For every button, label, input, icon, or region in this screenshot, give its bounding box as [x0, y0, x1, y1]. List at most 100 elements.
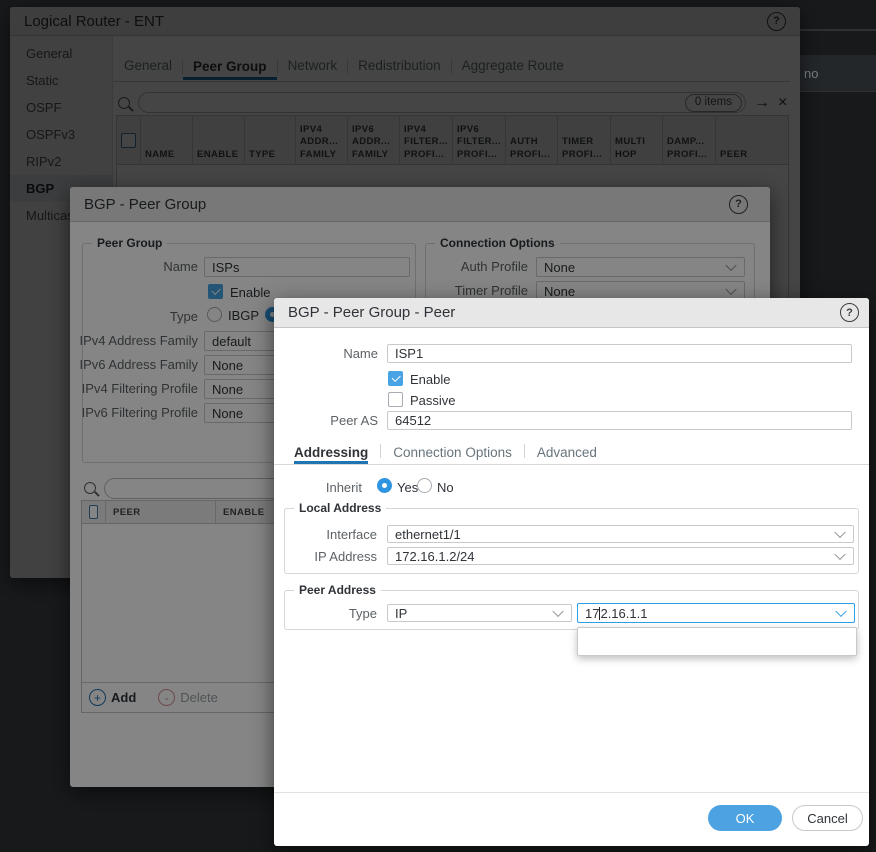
ip-address-select[interactable]: 172.16.1.2/24: [387, 547, 854, 565]
auth-profile-value: None: [544, 260, 575, 275]
peer-title: BGP - Peer Group - Peer: [288, 304, 455, 321]
tab-network[interactable]: Network: [278, 58, 348, 79]
tab-separator: [380, 444, 381, 458]
type-ibgp-radio[interactable]: [207, 307, 222, 322]
inherit-yes-radio[interactable]: [377, 478, 392, 493]
type-ibgp-label: IBGP: [228, 308, 259, 323]
ip-address-label: IP Address: [274, 549, 377, 564]
cancel-button[interactable]: Cancel: [792, 805, 863, 831]
help-icon[interactable]: ?: [840, 303, 859, 322]
footer-divider: [274, 792, 869, 793]
clear-filter-icon[interactable]: ×: [778, 95, 787, 111]
col-ipv6-filter-profile[interactable]: IPV6 FILTER... PROFI...: [453, 116, 506, 164]
peer-address-dropdown-panel[interactable]: [577, 627, 857, 656]
chevron-down-icon: [725, 284, 736, 295]
col-ipv4-filter-profile[interactable]: IPV4 FILTER... PROFI...: [400, 116, 453, 164]
peer-as-value: 64512: [395, 413, 431, 428]
ipv6-address-family-label: IPv6 Address Family: [70, 357, 198, 372]
peer-group-table-header: NAME ENABLE TYPE IPV4 ADDR... FAMILY IPV…: [117, 116, 788, 165]
col-timer-profile[interactable]: TIMER PROFI...: [558, 116, 611, 164]
enable-label: Enable: [230, 285, 270, 300]
col-damp-profile[interactable]: DAMP... PROFI...: [663, 116, 716, 164]
name-input[interactable]: ISPs: [204, 257, 410, 277]
tab-aggregate-route[interactable]: Aggregate Route: [452, 58, 574, 79]
sidebar-item-ripv2[interactable]: RIPv2: [10, 148, 112, 175]
sidebar-item-ospf[interactable]: OSPF: [10, 94, 112, 121]
col-multi-hop[interactable]: MULTI HOP: [611, 116, 663, 164]
enable-checkbox[interactable]: [208, 284, 223, 299]
peer-group-titlebar: BGP - Peer Group ?: [70, 187, 770, 222]
peer-tabs: Addressing Connection Options Advanced: [274, 443, 869, 465]
tab-connection-options[interactable]: Connection Options: [393, 445, 512, 464]
ipv6-address-family-value: None: [212, 358, 243, 373]
bgp-peer-dialog: BGP - Peer Group - Peer ? Name ISP1 Enab…: [274, 298, 869, 846]
logical-router-title: Logical Router - ENT: [24, 13, 164, 30]
inherit-no-label: No: [437, 480, 454, 495]
peer-as-label: Peer AS: [274, 413, 378, 428]
tab-general[interactable]: General: [114, 58, 182, 79]
ok-button[interactable]: OK: [708, 805, 782, 831]
interface-value: ethernet1/1: [395, 527, 461, 542]
local-address-legend: Local Address: [294, 501, 386, 515]
header-checkbox-cell: [82, 501, 106, 523]
interface-select[interactable]: ethernet1/1: [387, 525, 854, 543]
search-icon: [84, 482, 96, 494]
peer-address-input[interactable]: 172.16.1.1: [577, 603, 855, 623]
sidebar-item-ospfv3[interactable]: OSPFv3: [10, 121, 112, 148]
peer-address-value-right: 2.16.1.1: [600, 606, 647, 621]
enable-label: Enable: [410, 372, 450, 387]
peer-group-legend: Peer Group: [92, 236, 167, 250]
tab-peer-group[interactable]: Peer Group: [183, 59, 277, 80]
ip-address-value: 172.16.1.2/24: [395, 549, 475, 564]
tab-redistribution[interactable]: Redistribution: [348, 58, 451, 79]
chevron-down-icon: [552, 606, 563, 617]
chevron-down-icon: [834, 527, 845, 538]
add-icon: +: [89, 689, 106, 706]
tab-advanced[interactable]: Advanced: [537, 445, 597, 464]
inherit-no-radio[interactable]: [417, 478, 432, 493]
chevron-down-icon: [835, 606, 846, 617]
col-type[interactable]: TYPE: [245, 116, 296, 164]
auth-profile-label: Auth Profile: [430, 259, 528, 274]
chevron-down-icon: [725, 260, 736, 271]
col-name[interactable]: NAME: [141, 116, 193, 164]
name-value: ISP1: [395, 346, 423, 361]
items-count-badge: 0 items: [685, 94, 742, 112]
name-input[interactable]: ISP1: [387, 344, 852, 363]
ipv4-address-family-label: IPv4 Address Family: [70, 333, 198, 348]
peer-as-input[interactable]: 64512: [387, 411, 852, 430]
timer-profile-label: Timer Profile: [430, 283, 528, 298]
delete-button[interactable]: - Delete: [158, 689, 218, 706]
add-button[interactable]: + Add: [89, 689, 136, 706]
sidebar-item-general[interactable]: General: [10, 40, 112, 67]
col-ipv4-addr-family[interactable]: IPV4 ADDR... FAMILY: [296, 116, 348, 164]
ipv4-filtering-profile-label: IPv4 Filtering Profile: [70, 381, 198, 396]
peer-address-legend: Peer Address: [294, 583, 381, 597]
col-auth-profile[interactable]: AUTH PROFI...: [506, 116, 558, 164]
col-ipv6-addr-family[interactable]: IPV6 ADDR... FAMILY: [348, 116, 400, 164]
col-peer[interactable]: PEER: [106, 501, 216, 523]
col-peer[interactable]: PEER: [716, 116, 788, 164]
search-input[interactable]: 0 items: [138, 92, 746, 113]
sidebar-item-static[interactable]: Static: [10, 67, 112, 94]
col-enable[interactable]: ENABLE: [193, 116, 245, 164]
peer-address-type-select[interactable]: IP: [387, 604, 572, 622]
enable-checkbox[interactable]: [388, 371, 403, 386]
peer-address-value-left: 17: [585, 606, 599, 621]
type-label: Type: [70, 309, 198, 324]
passive-checkbox[interactable]: [388, 392, 403, 407]
help-icon[interactable]: ?: [767, 12, 786, 31]
help-icon[interactable]: ?: [729, 195, 748, 214]
ipv4-address-family-value: default: [212, 334, 251, 349]
select-all-checkbox[interactable]: [89, 505, 98, 519]
chevron-down-icon: [834, 549, 845, 560]
tab-addressing[interactable]: Addressing: [294, 445, 368, 464]
background-table-row: no: [796, 55, 876, 92]
background-divider: [796, 29, 876, 31]
delete-label: Delete: [180, 690, 218, 705]
logical-router-titlebar: Logical Router - ENT ?: [10, 7, 800, 36]
interface-label: Interface: [274, 527, 377, 542]
apply-filter-arrow-icon[interactable]: →: [754, 95, 770, 111]
select-all-checkbox[interactable]: [121, 133, 136, 148]
auth-profile-select[interactable]: None: [536, 257, 745, 277]
